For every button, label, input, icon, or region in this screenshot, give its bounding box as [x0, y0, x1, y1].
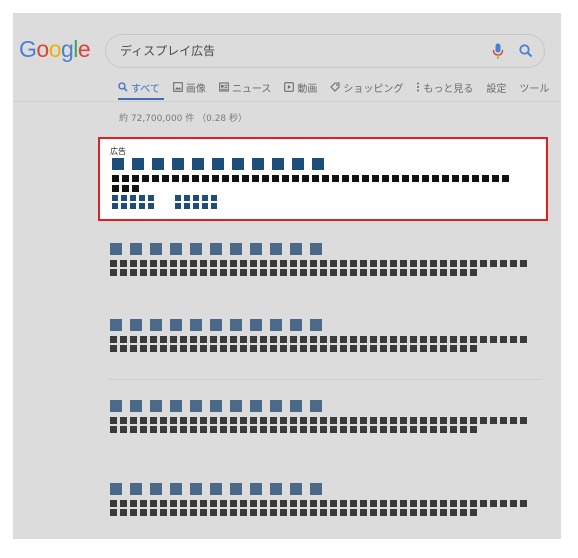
tab-label: ショッピング [343, 83, 404, 95]
organic-result[interactable] [110, 400, 545, 440]
ad-sitelink-1[interactable] [112, 195, 157, 201]
ad-result[interactable]: 広告 [98, 137, 548, 221]
search-box[interactable] [105, 34, 545, 68]
ad-sitelink-1b[interactable] [112, 203, 157, 209]
search-tabs: すべて 画像 ニュース 動画 ショッピング もっと見る 設定 ツール [118, 78, 561, 100]
results-divider [108, 379, 543, 380]
google-logo[interactable]: Google [19, 38, 91, 61]
ad-snippet-line-2 [112, 185, 142, 192]
search-input[interactable] [120, 35, 470, 67]
ad-sitelink-2b[interactable] [175, 203, 220, 209]
result-snippet-line-2 [110, 426, 480, 433]
result-title[interactable] [110, 243, 330, 255]
search-icon [118, 82, 128, 92]
result-snippet-line-1 [110, 260, 530, 267]
ad-snippet-line-1 [112, 175, 512, 182]
result-snippet-line-2 [110, 345, 480, 352]
news-icon [219, 82, 229, 92]
video-icon [284, 82, 295, 92]
tab-settings[interactable]: 設定 [486, 78, 506, 96]
tab-all[interactable]: すべて [118, 78, 160, 96]
tab-label: もっと見る [423, 83, 474, 95]
microphone-icon[interactable] [492, 43, 504, 63]
tab-label: すべて [131, 83, 160, 95]
tab-images[interactable]: 画像 [173, 78, 206, 96]
tab-label: ニュース [231, 83, 272, 95]
organic-result[interactable] [110, 243, 545, 283]
ad-title[interactable] [112, 158, 332, 170]
result-stats: 約 72,700,000 件 （0.28 秒） [119, 114, 248, 124]
result-title[interactable] [110, 319, 330, 331]
search-results-page: Google すべて 画像 ニ [13, 13, 561, 539]
organic-result[interactable] [110, 483, 545, 523]
tab-news[interactable]: ニュース [219, 78, 272, 96]
tab-tools[interactable]: ツール [519, 78, 549, 96]
search-icon[interactable] [518, 43, 534, 63]
result-snippet-line-2 [110, 509, 480, 516]
header-divider [13, 101, 561, 102]
more-icon [417, 82, 420, 92]
result-title[interactable] [110, 483, 330, 495]
tab-label: ツール [519, 83, 550, 95]
result-snippet-line-2 [110, 269, 480, 276]
tab-shopping[interactable]: ショッピング [330, 78, 403, 96]
result-snippet-line-1 [110, 417, 530, 424]
organic-result[interactable] [110, 319, 545, 359]
result-snippet-line-1 [110, 500, 530, 507]
ad-label: 広告 [110, 147, 126, 156]
ad-sitelink-2[interactable] [175, 195, 220, 201]
result-snippet-line-1 [110, 336, 530, 343]
active-tab-indicator [118, 98, 164, 100]
image-icon [173, 82, 183, 92]
tab-label: 設定 [486, 83, 507, 95]
result-title[interactable] [110, 400, 330, 412]
tab-videos[interactable]: 動画 [284, 78, 317, 96]
tab-more[interactable]: もっと見る [416, 78, 473, 96]
tab-label: 画像 [185, 83, 206, 95]
tab-label: 動画 [297, 83, 318, 95]
tag-icon [330, 82, 340, 92]
